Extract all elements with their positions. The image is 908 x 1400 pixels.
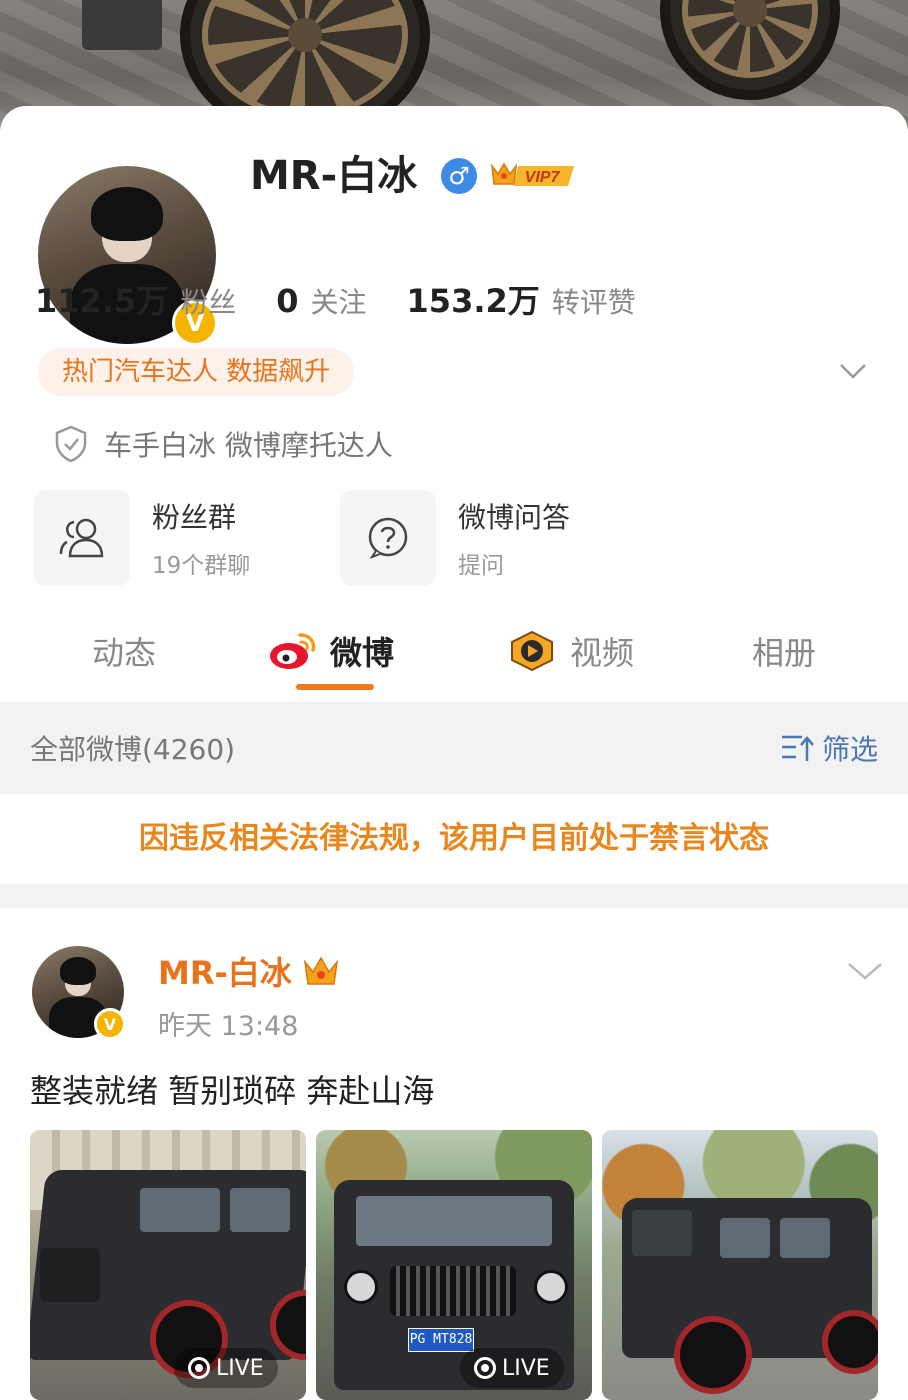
section-divider — [0, 884, 908, 908]
weibo-post[interactable]: V MR-白冰 昨天 13:48 整装就绪 暂别琐碎 奔赴山海 LIVE PG … — [0, 908, 908, 1400]
followers-label[interactable]: 粉丝 — [180, 281, 236, 321]
post-text: 整装就绪 暂别琐碎 奔赴山海 — [30, 1072, 435, 1110]
vip-crown-icon — [303, 956, 338, 985]
profile-tabs: 动态 微博 视频 相册 — [0, 612, 908, 702]
live-photo-badge: LIVE — [174, 1348, 278, 1388]
live-label: LIVE — [216, 1355, 264, 1381]
question-icon — [368, 517, 408, 560]
live-photo-badge: LIVE — [460, 1348, 564, 1388]
profile-name: MR-白冰 — [250, 153, 418, 199]
fan-group-subtitle: 19个群聊 — [152, 553, 251, 579]
profile-stats: 112.5万 粉丝 0 关注 153.2万 转评赞 — [35, 276, 676, 320]
filter-label: 筛选 — [821, 733, 878, 766]
post-author-name-text: MR-白冰 — [158, 954, 292, 992]
post-image-3[interactable] — [602, 1130, 878, 1400]
people-icon — [59, 518, 104, 558]
post-author-avatar[interactable]: V — [32, 946, 126, 1040]
live-label: LIVE — [502, 1355, 550, 1381]
banned-notice: 因违反相关法律法规，该用户目前处于禁言状态 — [139, 821, 769, 856]
certification-row: 车手白冰 微博摩托达人 — [54, 424, 393, 464]
weibo-qa-subtitle: 提问 — [458, 553, 504, 579]
certification-text: 车手白冰 微博摩托达人 — [104, 429, 393, 462]
active-tab-indicator — [296, 684, 374, 690]
interactions-count: 153.2万 — [406, 282, 540, 320]
weibo-qa-title: 微博问答 — [458, 501, 571, 534]
tab-album[interactable]: 相册 — [752, 628, 816, 674]
followers-count[interactable]: 112.5万 — [35, 276, 168, 322]
interactions-label: 转评赞 — [551, 286, 636, 319]
shield-icon — [55, 425, 87, 463]
post-menu-chevron-icon[interactable] — [846, 956, 884, 986]
vip-label: VIP7 — [525, 169, 561, 186]
chevron-down-icon[interactable] — [838, 356, 868, 386]
all-posts-count[interactable]: 全部微博(4260) — [30, 728, 235, 768]
tab-weibo-label: 微博 — [330, 634, 395, 672]
fan-group-title: 粉丝群 — [152, 501, 237, 534]
weibo-qa-tile[interactable]: 微博问答 提问 — [340, 490, 570, 586]
vip-crown-icon[interactable]: VIP7 — [488, 158, 580, 192]
hot-creator-tag[interactable]: 热门汽车达人 数据飙升 — [38, 348, 355, 396]
filter-button[interactable]: 筛选 — [780, 728, 878, 768]
live-icon — [474, 1357, 496, 1379]
tab-video-label: 视频 — [570, 634, 635, 672]
license-plate: PG MT828 — [408, 1328, 474, 1352]
verified-badge-icon: V — [94, 1008, 126, 1040]
fan-group-tile[interactable]: 粉丝群 19个群聊 — [34, 490, 250, 586]
tab-weibo[interactable]: 微博 — [268, 628, 394, 674]
post-image-1[interactable]: LIVE — [30, 1130, 306, 1400]
filter-sort-icon — [781, 735, 814, 761]
live-icon — [188, 1357, 210, 1379]
tab-dynamic-label: 动态 — [92, 634, 157, 672]
following-label[interactable]: 关注 — [311, 281, 367, 321]
video-play-icon — [511, 630, 553, 672]
male-gender-icon: ♂ — [441, 158, 477, 194]
weibo-logo-icon — [270, 633, 316, 669]
following-count[interactable]: 0 — [276, 282, 298, 320]
filter-bar: 全部微博(4260) 筛选 — [0, 702, 908, 794]
post-timestamp: 昨天 13:48 — [158, 1011, 299, 1042]
tab-video[interactable]: 视频 — [508, 628, 634, 674]
tab-album-label: 相册 — [752, 634, 817, 672]
post-image-2[interactable]: PG MT828 LIVE — [316, 1130, 592, 1400]
post-author-name[interactable]: MR-白冰 — [158, 948, 340, 994]
tab-dynamic[interactable]: 动态 — [92, 628, 156, 674]
cover-object — [82, 0, 162, 50]
